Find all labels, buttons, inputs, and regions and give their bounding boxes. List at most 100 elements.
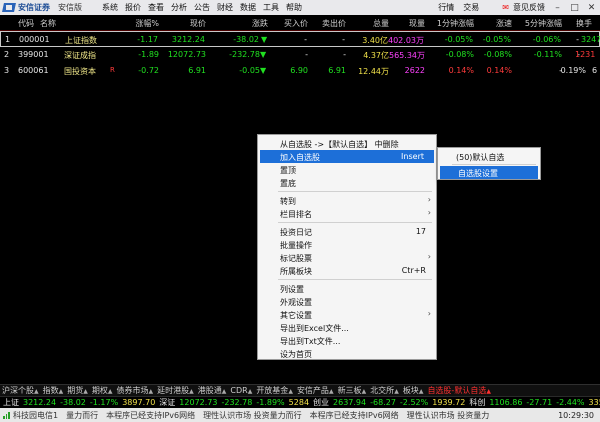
- menu-item-pin-top[interactable]: 置顶: [258, 163, 436, 176]
- submenu-arrow-icon: ›: [427, 208, 431, 217]
- tab-index[interactable]: 指数▲: [41, 385, 66, 396]
- tab-arrow-icon: ▲: [361, 388, 367, 395]
- tab-futures[interactable]: 期货▲: [65, 385, 90, 396]
- menu-item-column-rank[interactable]: 栏目排名 ›: [258, 207, 436, 220]
- menu-item-other-settings[interactable]: 其它设置 ›: [258, 308, 436, 321]
- col-speed[interactable]: 涨速: [496, 18, 512, 29]
- menu-separator: [278, 222, 432, 223]
- tab-bse[interactable]: 北交所▲: [368, 385, 401, 396]
- tab-label: 期货: [67, 386, 84, 395]
- tab-hk-connect[interactable]: 港股通▲: [196, 385, 229, 396]
- col-chg-pct[interactable]: 涨幅%: [135, 18, 159, 29]
- menu-tools[interactable]: 工具: [263, 2, 279, 13]
- tab-label: 港股通: [197, 386, 222, 395]
- table-row[interactable]: 2 399001 深证成指 -1.89 12072.73 -232.78 ▼ -…: [0, 47, 600, 63]
- tab-neeq[interactable]: 新三板▲: [336, 385, 369, 396]
- close-icon[interactable]: ✕: [583, 3, 600, 13]
- menu-analysis[interactable]: 分析: [171, 2, 187, 13]
- table-row[interactable]: 1 000001 上证指数 -1.17 3212.24 -38.02 ▼ - -…: [0, 31, 600, 47]
- menu-quote[interactable]: 报价: [125, 2, 141, 13]
- menu-item-pin-bottom[interactable]: 置底: [258, 176, 436, 189]
- row-speed: -0.05%: [482, 35, 511, 44]
- sh-price: 3212.24: [23, 398, 57, 407]
- network-label[interactable]: 科技园电信1: [13, 410, 58, 421]
- col-volume[interactable]: 总量: [373, 18, 389, 29]
- status-message: 理性认识市场 投资量力: [406, 410, 490, 420]
- tab-hk-delayed[interactable]: 延时港股▲: [155, 385, 196, 396]
- menu-item-export-txt[interactable]: 导出到Txt文件...: [258, 334, 436, 347]
- menu-item-sector[interactable]: 所属板块 Ctr+R: [258, 264, 436, 277]
- menu-item-invest-diary[interactable]: 投资日记 17: [258, 225, 436, 238]
- tab-bonds[interactable]: 债券市场▲: [115, 385, 156, 396]
- menu-item-mark-stock[interactable]: 标记股票 ›: [258, 251, 436, 264]
- col-5min[interactable]: 5分钟涨幅: [525, 18, 562, 29]
- cy-price: 2637.94: [333, 398, 367, 407]
- col-change[interactable]: 涨跌: [252, 18, 268, 29]
- row-price: 6.91: [188, 66, 206, 75]
- menu-finance[interactable]: 财经: [217, 2, 233, 13]
- mail-icon[interactable]: ✉: [502, 3, 509, 12]
- row-speed: -0.08%: [483, 50, 512, 59]
- tab-arrow-icon: ▲: [107, 388, 113, 395]
- menu-item-batch-ops[interactable]: 批量操作: [258, 238, 436, 251]
- menu-item-export-excel[interactable]: 导出到Excel文件...: [258, 321, 436, 334]
- tab-a-shares[interactable]: 沪深个股▲: [0, 385, 41, 396]
- col-1min[interactable]: 1分钟涨幅: [437, 18, 474, 29]
- watchlist-submenu: (50)默认自选 自选股设置: [437, 147, 541, 180]
- submenu-item-watchlist-settings[interactable]: 自选股设置: [440, 166, 538, 179]
- sh-change: -38.02: [60, 398, 86, 407]
- menu-notice[interactable]: 公告: [194, 2, 210, 13]
- brand-name: 安信证券: [18, 3, 50, 12]
- feedback-button[interactable]: 意见反馈: [513, 2, 545, 13]
- menu-item-add-to-watchlist[interactable]: 加入自选股 Insert: [260, 150, 434, 163]
- menu-item-goto[interactable]: 转到 ›: [258, 194, 436, 207]
- col-name[interactable]: 名称: [40, 18, 56, 29]
- menu-item-label: 导出到Txt文件...: [280, 337, 341, 346]
- menu-item-set-home[interactable]: 设为首页: [258, 347, 436, 360]
- kc-label[interactable]: 科创: [469, 397, 485, 408]
- maximize-icon[interactable]: □: [566, 3, 583, 13]
- col-price[interactable]: 现价: [190, 18, 206, 29]
- sh-label[interactable]: 上证: [3, 397, 19, 408]
- market-button[interactable]: 行情: [438, 2, 454, 13]
- tab-sectors[interactable]: 板块▲: [401, 385, 426, 396]
- col-cur-vol[interactable]: 现量: [409, 18, 425, 29]
- cy-label[interactable]: 创业: [313, 397, 329, 408]
- kc-price: 1106.86: [489, 398, 523, 407]
- menu-system[interactable]: 系统: [102, 2, 118, 13]
- table-row[interactable]: 3 600061 国投资本 R -0.72 6.91 -0.05 ▼ 6.90 …: [0, 63, 600, 79]
- submenu-item-default-watchlist[interactable]: (50)默认自选: [438, 150, 540, 163]
- col-ask[interactable]: 卖出价: [322, 18, 346, 29]
- title-bar: 安信证券 ESSENCE SECURITIES 安信版 系统 报价 查看 分析 …: [0, 0, 600, 180]
- row-5min: -0.06%: [532, 35, 561, 44]
- tab-essence-products[interactable]: 安信产品▲: [295, 385, 336, 396]
- row-1min: -0.08%: [445, 50, 474, 59]
- minimize-icon[interactable]: –: [549, 3, 566, 13]
- tab-cdr[interactable]: CDR▲: [228, 386, 254, 395]
- essence-logo-icon: [1, 1, 17, 14]
- row-name: 深证成指: [64, 51, 96, 60]
- tab-open-funds[interactable]: 开放基金▲: [254, 385, 295, 396]
- menu-item-column-settings[interactable]: 列设置: [258, 282, 436, 295]
- trade-button[interactable]: 交易: [463, 2, 479, 13]
- col-code[interactable]: 代码: [18, 18, 34, 29]
- sz-price: 12072.73: [179, 398, 218, 407]
- tab-watchlist-default[interactable]: 自选股-默认自选▲: [425, 385, 493, 396]
- col-turnover[interactable]: 换手: [576, 18, 592, 29]
- tab-options[interactable]: 期权▲: [90, 385, 115, 396]
- menu-data[interactable]: 数据: [240, 2, 256, 13]
- tab-label: 新三板: [337, 386, 362, 395]
- menu-item-shortcut: Insert: [401, 152, 424, 161]
- menu-item-remove-from-watchlist[interactable]: 从自选股 ->【默认自选】 中删除: [258, 137, 436, 150]
- status-message: 本程序已经支持IPv6网络: [309, 410, 399, 420]
- menu-help[interactable]: 帮助: [286, 2, 302, 13]
- col-bid[interactable]: 买入价: [284, 18, 308, 29]
- menu-item-appearance[interactable]: 外观设置: [258, 295, 436, 308]
- row-bid: -: [304, 35, 307, 44]
- row-price: 12072.73: [167, 50, 206, 59]
- menu-view[interactable]: 查看: [148, 2, 164, 13]
- menu-item-label: 加入自选股: [280, 153, 320, 162]
- row-bid: 6.90: [290, 66, 308, 75]
- sz-label[interactable]: 深证: [159, 397, 175, 408]
- row-name: 国投资本: [64, 67, 96, 76]
